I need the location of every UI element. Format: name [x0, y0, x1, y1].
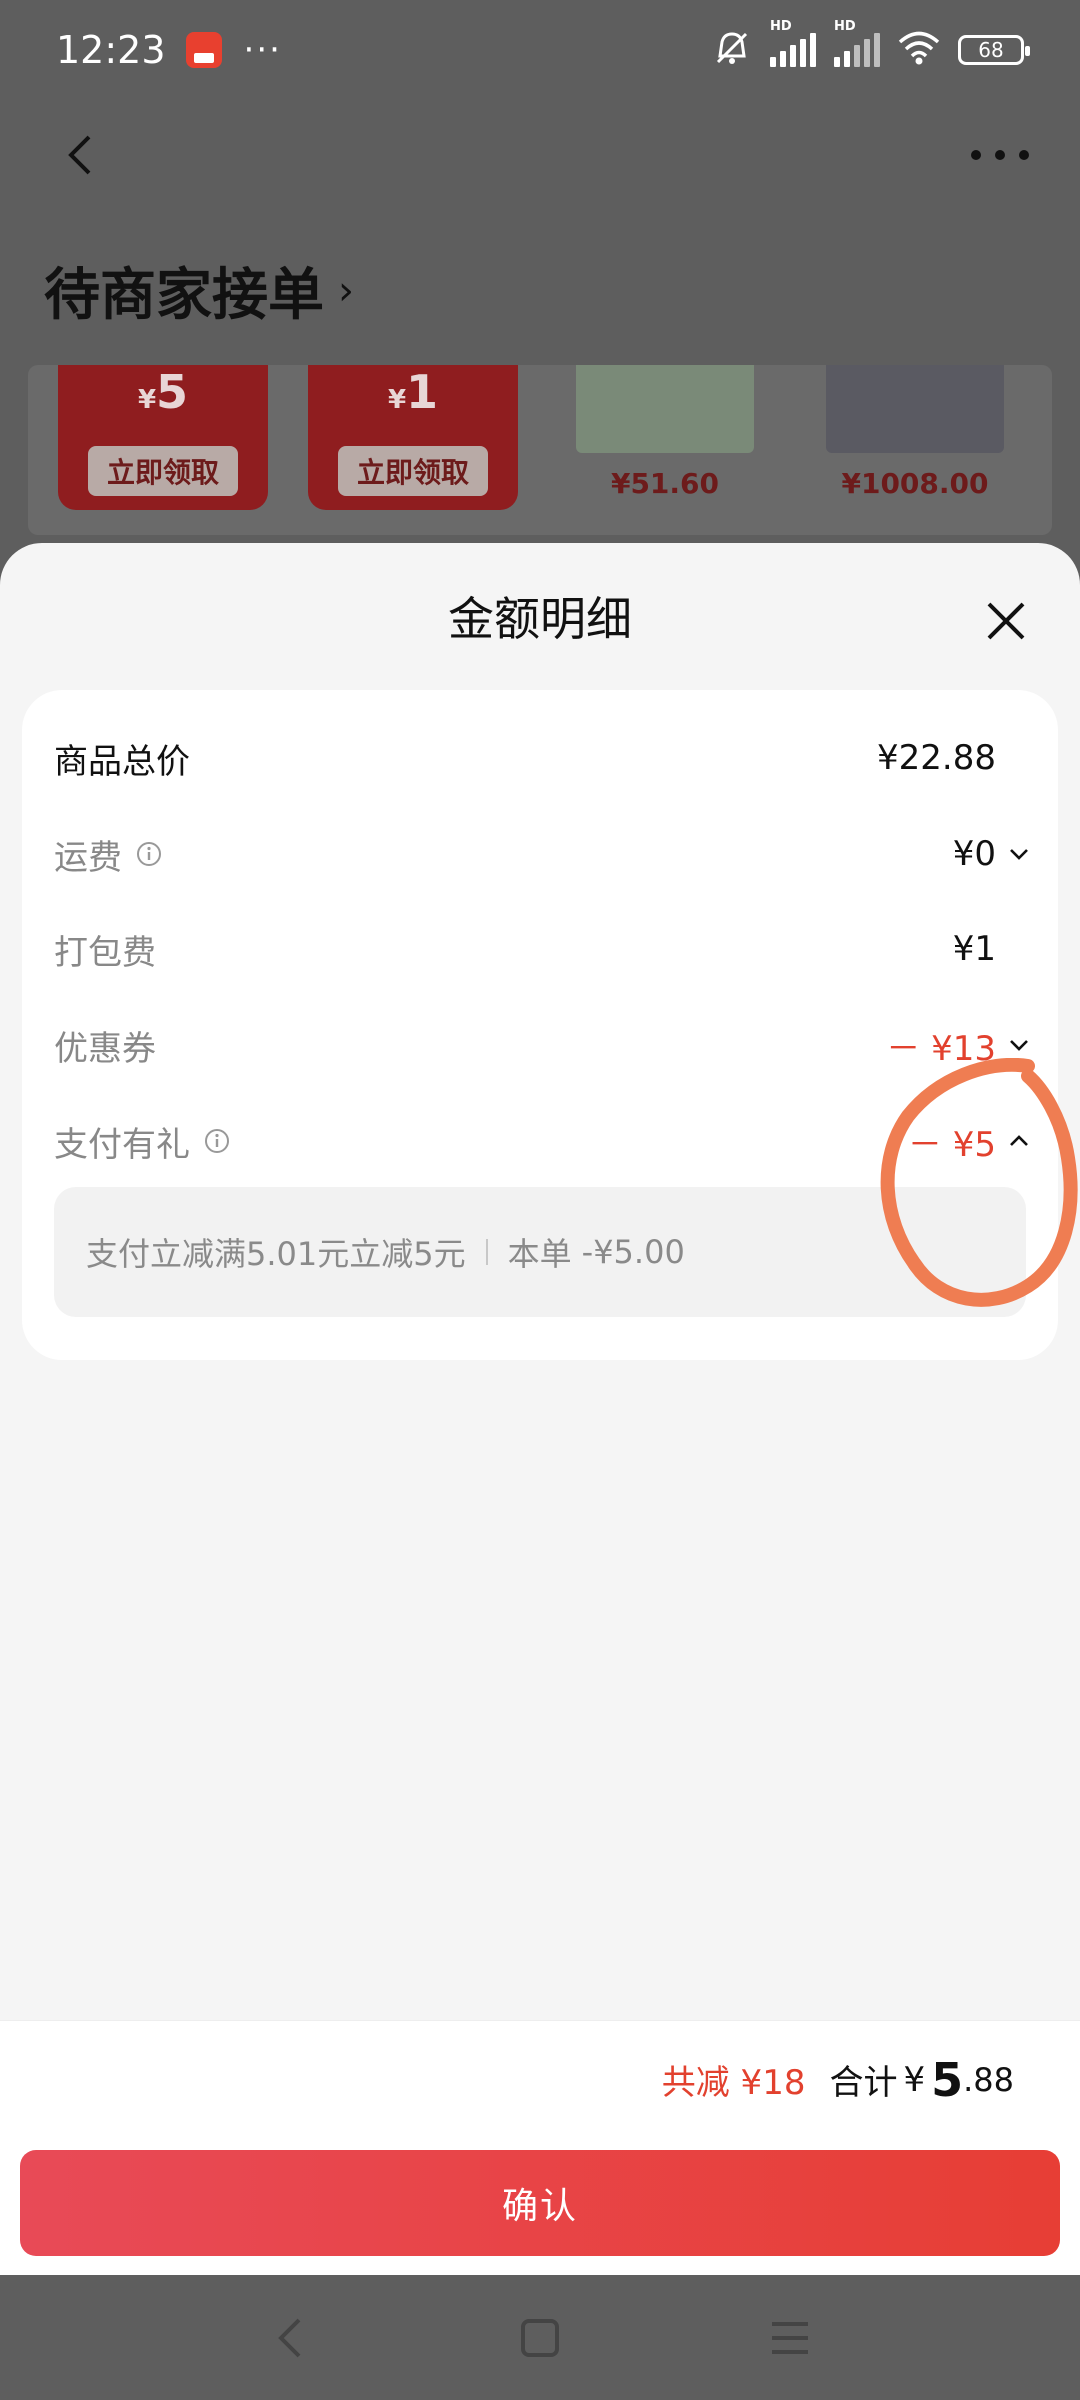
order-status-title[interactable]: 待商家接单 ›	[44, 250, 354, 331]
wifi-icon	[898, 31, 940, 69]
confirm-button[interactable]: 确认	[20, 2150, 1060, 2256]
menu-icon	[772, 2321, 808, 2354]
back-button[interactable]	[50, 125, 110, 185]
coupon-label: 优惠券	[54, 1028, 156, 1069]
close-icon	[987, 602, 1025, 640]
divider	[485, 1239, 488, 1265]
alipay-app-icon	[185, 32, 222, 68]
product-price: ¥1008.00	[841, 467, 989, 500]
status-time: 12:23	[56, 28, 166, 72]
total-saved: 共减 ¥18	[661, 2063, 806, 2103]
coupon-card: ¥1 立即领取	[308, 365, 518, 510]
close-button[interactable]	[970, 585, 1042, 657]
product-image[interactable]	[576, 365, 754, 453]
nav-home-button[interactable]	[510, 2308, 570, 2368]
mute-icon	[712, 30, 752, 70]
claim-coupon-button[interactable]: 立即领取	[88, 446, 238, 496]
total-amount-int: 5	[931, 2052, 964, 2107]
system-nav-bar	[0, 2275, 1080, 2400]
promo-strip: ¥5 立即领取 ¥1 立即领取 ¥51.60 ¥1008.00	[28, 365, 1052, 535]
shipping-row[interactable]: 运费 ¥0	[54, 819, 1030, 889]
more-dots-icon	[971, 150, 1029, 160]
packing-fee-label: 打包费	[54, 932, 156, 973]
sheet-title: 金额明细	[448, 592, 632, 646]
product-image[interactable]	[826, 365, 1004, 453]
info-icon[interactable]	[136, 841, 162, 867]
shipping-label: 运费	[54, 837, 122, 878]
pay-gift-label: 支付有礼	[54, 1124, 190, 1165]
total-label: 合计	[829, 2063, 898, 2103]
total-amount-dec: .88	[963, 2060, 1014, 2099]
amount-detail-sheet: 金额明细 商品总价 ¥22.88 运费 ¥0 打包费 ¥1 优惠券 － ¥13	[0, 543, 1080, 2275]
nav-menu-button[interactable]	[760, 2308, 820, 2368]
annotation-circle	[880, 1058, 1078, 1307]
status-bar: 12:23 ··· HD HD 68	[0, 0, 1080, 100]
total-currency: ¥	[903, 2059, 926, 2100]
signal-icon-2: HD	[834, 19, 880, 67]
chevron-down-icon	[1010, 849, 1028, 860]
goods-total-value: ¥22.88	[877, 738, 996, 778]
shipping-value: ¥0	[953, 834, 1030, 874]
pay-gift-detail-amount: -¥5.00	[581, 1233, 685, 1271]
chevron-left-icon	[68, 135, 91, 175]
goods-total-row: 商品总价 ¥22.88	[54, 723, 1030, 793]
info-icon[interactable]	[204, 1128, 230, 1154]
confirm-area: 确认	[0, 2138, 1080, 2275]
status-indicators: HD HD 68	[712, 19, 1030, 70]
goods-total-label: 商品总价	[54, 741, 190, 782]
signal-icon-1: HD	[770, 19, 816, 67]
order-label: 本单	[507, 1235, 572, 1273]
more-options-button[interactable]	[960, 125, 1040, 185]
back-icon	[278, 2318, 301, 2357]
home-icon	[521, 2318, 559, 2357]
status-more-icon: ···	[243, 30, 282, 70]
packing-fee-value: ¥1	[952, 929, 996, 969]
chevron-down-icon	[1010, 1040, 1028, 1051]
claim-coupon-button[interactable]: 立即领取	[338, 446, 488, 496]
nav-back-button[interactable]	[260, 2308, 320, 2368]
coupon-card: ¥5 立即领取	[58, 365, 268, 510]
pay-gift-detail-text: 支付立减满5.01元立减5元	[86, 1235, 466, 1273]
product-price: ¥51.60	[610, 467, 720, 500]
packing-fee-row: 打包费 ¥1	[54, 914, 1030, 984]
nav-row	[0, 115, 1080, 195]
chevron-right-icon: ›	[338, 267, 354, 314]
battery-icon: 68	[958, 35, 1030, 65]
total-bar: 共减 ¥18 合计 ¥ 5 .88	[0, 2020, 1080, 2138]
